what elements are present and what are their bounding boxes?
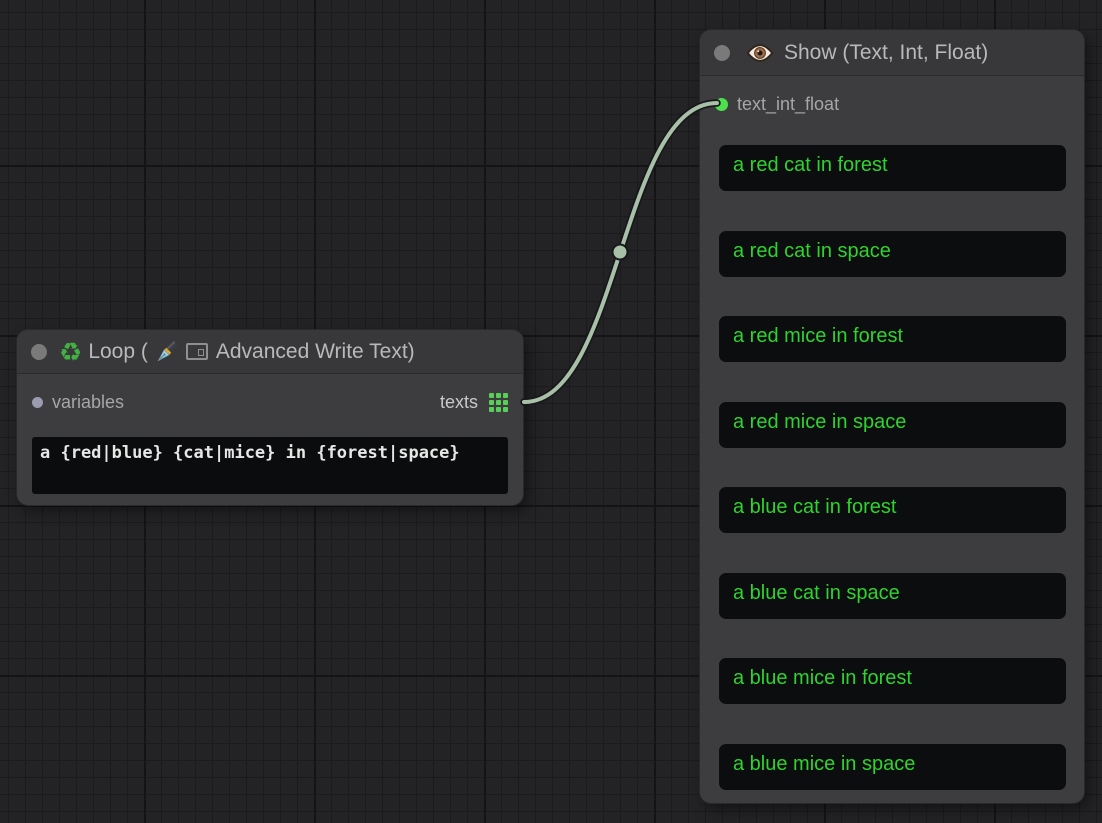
- output-text-row: a red mice in space: [719, 402, 1066, 448]
- show-node-title: Show (Text, Int, Float): [784, 41, 988, 65]
- output-text-row: a blue mice in space: [719, 744, 1066, 790]
- output-text-row: a blue cat in forest: [719, 487, 1066, 533]
- output-text-row: a blue cat in space: [719, 573, 1066, 619]
- loop-title-suffix: Advanced Write Text): [216, 340, 415, 364]
- output-text-row: a red cat in forest: [719, 145, 1066, 191]
- input-dot-variables[interactable]: [32, 397, 43, 408]
- eye-icon: [746, 43, 774, 63]
- show-output-list: a red cat in forest a red cat in space a…: [719, 145, 1066, 790]
- output-text-row: a blue mice in forest: [719, 658, 1066, 704]
- loop-title-prefix: Loop (: [88, 340, 148, 364]
- frame-icon: [186, 343, 208, 360]
- input-label-variables: variables: [52, 392, 124, 413]
- show-node-header[interactable]: Show (Text, Int, Float): [700, 30, 1084, 76]
- loop-node-title: Loop ( Advanced Write Text): [88, 338, 414, 366]
- collapse-dot[interactable]: [31, 344, 47, 360]
- node-show-text-int-float[interactable]: Show (Text, Int, Float) text_int_float a…: [700, 30, 1084, 803]
- output-label-texts: texts: [440, 392, 478, 413]
- fountain-pen-icon: [153, 338, 181, 366]
- wire-reroute-dot[interactable]: [613, 245, 628, 260]
- output-slot-texts[interactable]: texts: [440, 392, 508, 413]
- recycle-icon: ♻: [59, 339, 82, 365]
- node-loop-advanced-write-text[interactable]: ♻ Loop ( Advanced Write Text): [17, 330, 523, 505]
- collapse-dot[interactable]: [714, 45, 730, 61]
- input-slot-text-int-float[interactable]: text_int_float: [715, 94, 839, 115]
- loop-node-body: variables texts a {red|blue} {cat|mice} …: [17, 383, 523, 494]
- input-slot-variables[interactable]: variables: [32, 392, 124, 413]
- text-template-input[interactable]: a {red|blue} {cat|mice} in {forest|space…: [32, 437, 508, 494]
- output-text-row: a red cat in space: [719, 231, 1066, 277]
- input-label-text-int-float: text_int_float: [737, 94, 839, 115]
- node-graph-canvas[interactable]: ♻ Loop ( Advanced Write Text): [0, 0, 1102, 823]
- output-text-row: a red mice in forest: [719, 316, 1066, 362]
- list-grid-icon[interactable]: [489, 393, 508, 412]
- loop-node-header[interactable]: ♻ Loop ( Advanced Write Text): [17, 330, 523, 374]
